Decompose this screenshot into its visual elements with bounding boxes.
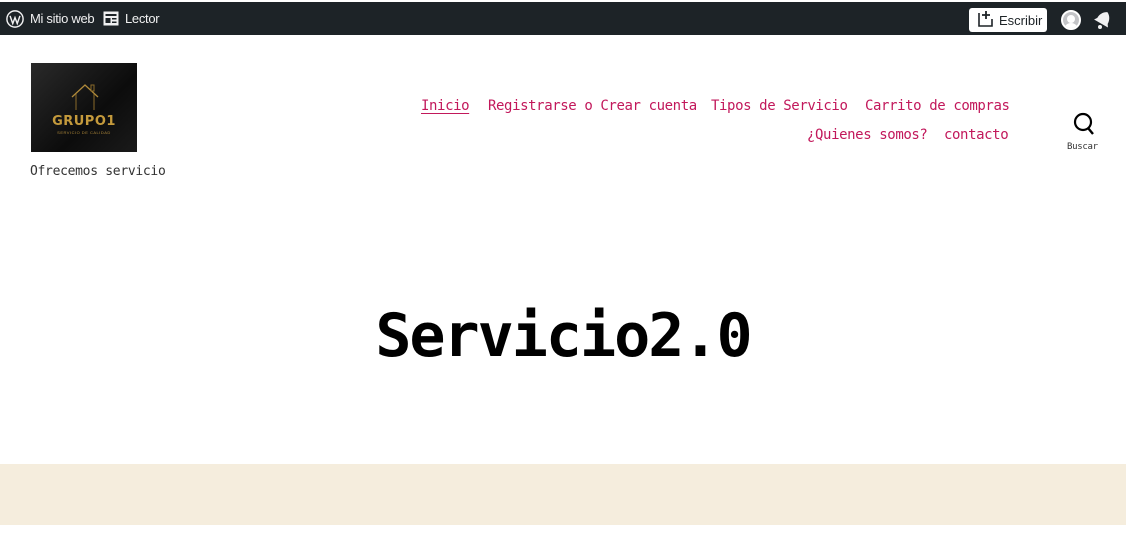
avatar[interactable]: [1061, 10, 1081, 30]
wordpress-icon: [6, 9, 24, 28]
reader-link[interactable]: Lector: [103, 2, 160, 35]
write-button[interactable]: Escribir: [969, 8, 1047, 32]
nav-item-inicio[interactable]: Inicio: [421, 98, 470, 114]
logo-text: GRUPO1: [52, 114, 116, 129]
site-tagline: Ofrecemos servicio: [30, 164, 166, 179]
nav-item-carrito[interactable]: Carrito de compras: [865, 98, 1010, 114]
nav-item-quienes-somos[interactable]: ¿Quienes somos?: [807, 127, 928, 143]
page-title: Servicio2.0: [375, 301, 752, 371]
logo-subtext: SERVICIO DE CALIDAD: [57, 130, 111, 135]
reader-icon: [103, 11, 119, 26]
nav-item-registrarse[interactable]: Registrarse o Crear cuenta: [488, 98, 697, 114]
my-site-link[interactable]: Mi sitio web: [6, 2, 95, 35]
search-label: Buscar: [1067, 142, 1098, 152]
nav-item-tipos-de-servicio[interactable]: Tipos de Servicio: [711, 98, 848, 114]
notifications-bell-icon[interactable]: [1093, 9, 1113, 31]
my-site-label: Mi sitio web: [30, 11, 95, 26]
write-label: Escribir: [999, 12, 1043, 28]
admin-bar: Mi sitio web Lector Escribir: [0, 0, 1126, 35]
content-band: [0, 464, 1126, 525]
nav-item-contacto[interactable]: contacto: [944, 127, 1009, 143]
reader-label: Lector: [125, 11, 160, 26]
new-post-icon: [978, 10, 999, 30]
site-logo[interactable]: GRUPO1 SERVICIO DE CALIDAD: [31, 63, 137, 152]
